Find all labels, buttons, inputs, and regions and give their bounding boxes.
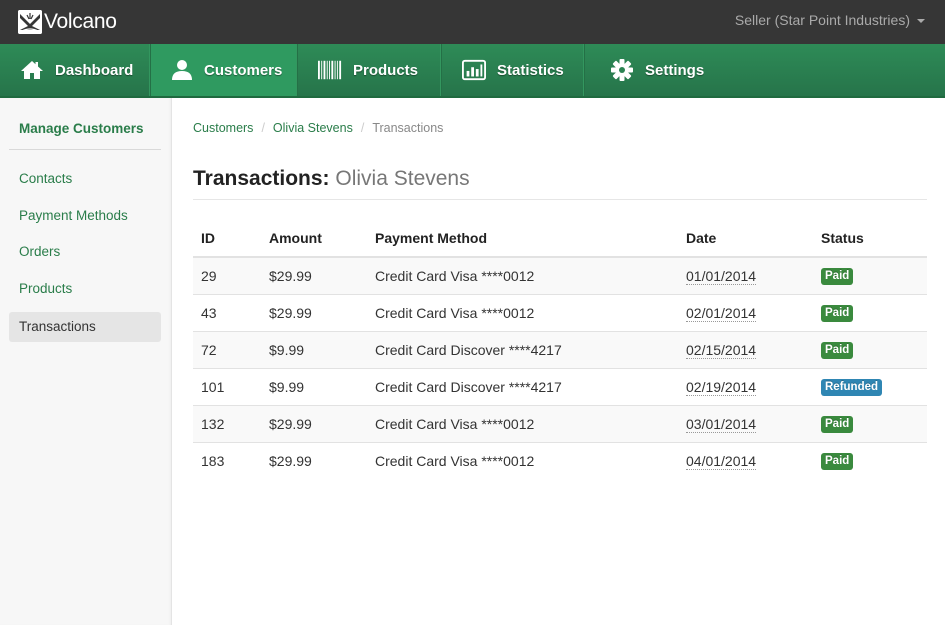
cell-id: 132 bbox=[193, 404, 261, 442]
brand-name: Volcano bbox=[44, 10, 117, 33]
table-row: 43 $29.99 Credit Card Visa ****0012 02/01/2… bbox=[193, 293, 927, 331]
status-badge: Paid bbox=[821, 453, 854, 471]
sidebar-item-payment-methods[interactable]: Payment Methods bbox=[9, 201, 161, 231]
sidebar-item-orders[interactable]: Orders bbox=[9, 237, 161, 267]
cell-status: Paid bbox=[813, 293, 927, 331]
column-header-date: Date bbox=[678, 219, 813, 258]
cell-status: Paid bbox=[813, 330, 927, 368]
cell-amount: $29.99 bbox=[261, 404, 367, 442]
column-header-payment-method: Payment Method bbox=[367, 219, 678, 258]
date-value[interactable]: 03/01/2014 bbox=[686, 415, 757, 433]
page-title-main: Transactions: bbox=[193, 167, 330, 190]
cell-amount: $9.99 bbox=[261, 367, 367, 405]
table-row: 183 $29.99 Credit Card Visa ****0012 04/01/… bbox=[193, 441, 927, 479]
cell-id: 72 bbox=[193, 330, 261, 368]
cell-date: 02/15/2014 bbox=[678, 330, 813, 368]
breadcrumb-current: Transactions bbox=[372, 121, 444, 135]
nav-item-products[interactable]: Products bbox=[298, 44, 442, 96]
table-row: 132 $29.99 Credit Card Visa ****0012 03/01/… bbox=[193, 404, 927, 442]
cell-payment-method: Credit Card Discover ****4217 bbox=[367, 367, 678, 405]
nav-item-customers[interactable]: Customers bbox=[151, 44, 298, 96]
page-title-subtitle: Olivia Stevens bbox=[335, 167, 470, 190]
cell-date: 03/01/2014 bbox=[678, 404, 813, 442]
breadcrumb-customers[interactable]: Customers bbox=[193, 121, 253, 135]
nav-label: Statistics bbox=[497, 61, 564, 79]
cell-payment-method: Credit Card Visa ****0012 bbox=[367, 404, 678, 442]
cell-id: 29 bbox=[193, 257, 261, 294]
date-value[interactable]: 04/01/2014 bbox=[686, 452, 757, 470]
nav-label: Dashboard bbox=[55, 61, 134, 79]
page-title: Transactions: Olivia Stevens bbox=[193, 167, 470, 191]
bar-chart-icon bbox=[462, 59, 486, 81]
nav-label: Settings bbox=[645, 61, 705, 79]
cell-payment-method: Credit Card Visa ****0012 bbox=[367, 257, 678, 294]
cell-status: Refunded bbox=[813, 367, 927, 405]
cell-status: Paid bbox=[813, 404, 927, 442]
date-value[interactable]: 02/01/2014 bbox=[686, 304, 757, 322]
cell-date: 04/01/2014 bbox=[678, 441, 813, 479]
cell-date: 01/01/2014 bbox=[678, 257, 813, 294]
status-badge: Paid bbox=[821, 305, 854, 322]
cell-amount: $29.99 bbox=[261, 293, 367, 331]
table-row: 29 $29.99 Credit Card Visa ****0012 01/01/2… bbox=[193, 257, 927, 294]
cell-date: 02/01/2014 bbox=[678, 293, 813, 331]
sidebar-item-transactions[interactable]: Transactions bbox=[9, 312, 161, 342]
breadcrumb: Customers / Olivia Stevens / Transactions bbox=[193, 121, 443, 135]
date-value[interactable]: 01/01/2014 bbox=[686, 267, 757, 285]
brand[interactable]: Volcano bbox=[18, 10, 117, 34]
cell-amount: $9.99 bbox=[261, 330, 367, 368]
status-badge: Paid bbox=[821, 416, 854, 433]
column-header-status: Status bbox=[813, 219, 927, 258]
nav-item-statistics[interactable]: Statistics bbox=[442, 44, 585, 96]
nav-item-dashboard[interactable]: Dashboard bbox=[0, 44, 151, 96]
table-row: 72 $9.99 Credit Card Discover ****4217 02/1… bbox=[193, 330, 927, 368]
user-menu-label: Seller (Star Point Industries) bbox=[734, 12, 910, 28]
cell-id: 183 bbox=[193, 441, 261, 479]
table-row: 101 $9.99 Credit Card Discover ****4217 02/… bbox=[193, 367, 927, 405]
sidebar-item-contacts[interactable]: Contacts bbox=[9, 164, 161, 194]
breadcrumb-customer-name[interactable]: Olivia Stevens bbox=[273, 121, 353, 135]
cell-amount: $29.99 bbox=[261, 257, 367, 294]
gear-icon bbox=[610, 59, 634, 81]
sidebar-title: Manage Customers bbox=[19, 121, 144, 136]
nav-label: Customers bbox=[204, 61, 283, 79]
sidebar: Manage Customers Contacts Payment Method… bbox=[0, 98, 172, 625]
nav-label: Products bbox=[353, 61, 419, 79]
nav-item-settings[interactable]: Settings bbox=[585, 44, 735, 96]
cell-id: 43 bbox=[193, 293, 261, 331]
cell-payment-method: Credit Card Discover ****4217 bbox=[367, 330, 678, 368]
sidebar-item-products[interactable]: Products bbox=[9, 274, 161, 304]
date-value[interactable]: 02/15/2014 bbox=[686, 341, 757, 359]
barcode-icon bbox=[318, 59, 342, 81]
user-menu-dropdown[interactable]: Seller (Star Point Industries) bbox=[735, 12, 925, 28]
caret-down-icon bbox=[917, 18, 925, 23]
breadcrumb-separator: / bbox=[261, 121, 265, 135]
status-badge: Refunded bbox=[821, 379, 883, 396]
home-icon bbox=[20, 59, 44, 81]
column-header-amount: Amount bbox=[261, 219, 367, 258]
sidebar-divider bbox=[9, 149, 161, 150]
status-badge: Paid bbox=[821, 268, 854, 286]
title-divider bbox=[193, 199, 927, 200]
status-badge: Paid bbox=[821, 342, 854, 359]
cell-payment-method: Credit Card Visa ****0012 bbox=[367, 441, 678, 479]
date-value[interactable]: 02/19/2014 bbox=[686, 378, 757, 396]
breadcrumb-separator: / bbox=[360, 121, 365, 135]
user-icon bbox=[171, 59, 193, 81]
top-bar: Volcano Seller (Star Point Industries) bbox=[0, 0, 945, 44]
cell-payment-method: Credit Card Visa ****0012 bbox=[367, 293, 678, 331]
transactions-table: ID Amount Payment Method Date Status 29 $… bbox=[193, 219, 927, 479]
cell-date: 02/19/2014 bbox=[678, 367, 813, 405]
cell-amount: $29.99 bbox=[261, 441, 367, 479]
main-nav: Dashboard Customers Products Statistics … bbox=[0, 44, 945, 98]
cell-status: Paid bbox=[813, 257, 927, 294]
cell-id: 101 bbox=[193, 367, 261, 405]
table-header-row: ID Amount Payment Method Date Status bbox=[193, 219, 927, 258]
column-header-id: ID bbox=[193, 219, 261, 258]
cell-status: Paid bbox=[813, 441, 927, 479]
volcano-logo-icon bbox=[18, 10, 42, 34]
